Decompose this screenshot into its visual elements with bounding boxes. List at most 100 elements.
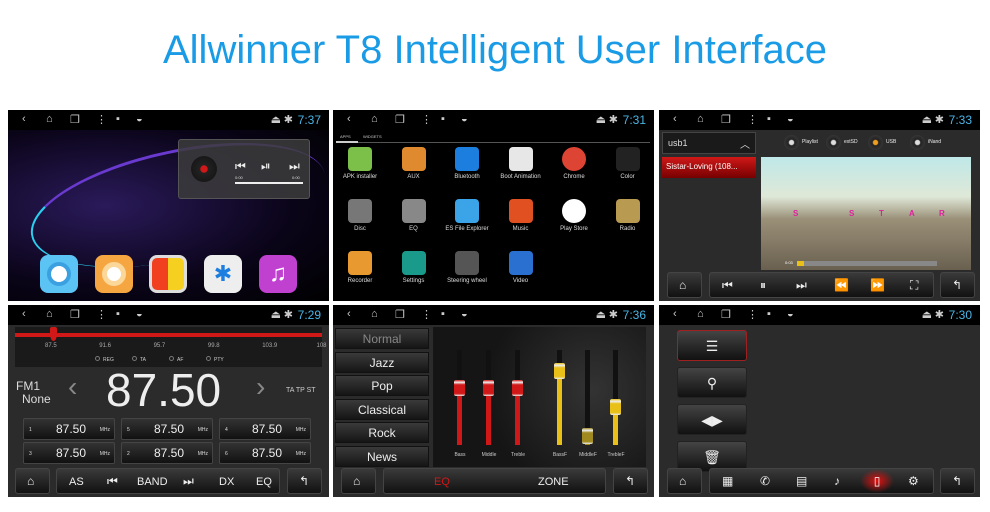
slider-knob[interactable]: [582, 427, 593, 444]
app-icon[interactable]: Recorder: [334, 251, 386, 284]
dock-navigation[interactable]: [40, 255, 78, 293]
source-inand[interactable]: iNand: [910, 135, 952, 151]
eq-preset-news[interactable]: News: [335, 445, 429, 467]
call-log-icon[interactable]: ✆: [760, 474, 770, 488]
music-call-icon[interactable]: ♪: [834, 474, 840, 488]
eq-slider-middle[interactable]: [483, 350, 494, 445]
fullscreen-icon[interactable]: ⛶: [910, 278, 918, 293]
recents-icon[interactable]: ❐: [395, 308, 405, 321]
eq-slider-middlef[interactable]: [582, 350, 593, 445]
back-icon[interactable]: ‹: [673, 113, 677, 125]
back-icon[interactable]: ‹: [673, 308, 677, 320]
contacts-icon[interactable]: ▤: [796, 474, 807, 488]
seek-bar[interactable]: [797, 261, 937, 266]
video-frame[interactable]: S S T A R 0:03: [761, 157, 971, 270]
slider-knob[interactable]: [483, 380, 494, 396]
app-icon[interactable]: Music: [495, 199, 547, 232]
rewind-icon[interactable]: ⏪: [834, 278, 849, 292]
home-icon[interactable]: ⌂: [697, 308, 704, 320]
menu-icon[interactable]: ⋮: [747, 308, 758, 321]
home-button[interactable]: ⌂: [667, 272, 702, 298]
menu-icon[interactable]: ⋮: [421, 308, 432, 321]
dialpad-icon[interactable]: ▦: [722, 474, 733, 488]
preset-button[interactable]: 4 87.50 MHz: [219, 418, 311, 440]
menu-icon[interactable]: ⋮: [421, 113, 432, 126]
eq-preset-classical[interactable]: Classical: [335, 398, 429, 420]
tune-up-icon[interactable]: ›: [256, 371, 265, 403]
device-list-button[interactable]: ☰: [677, 330, 747, 361]
menu-icon[interactable]: ⋮: [96, 113, 107, 126]
eq-slider-treble[interactable]: [512, 350, 523, 445]
option-af[interactable]: AF: [169, 356, 183, 363]
tuner-needle[interactable]: [50, 327, 57, 341]
eq-preset-pop[interactable]: Pop: [335, 375, 429, 396]
app-icon[interactable]: AUX: [388, 147, 440, 180]
recents-icon[interactable]: ❐: [70, 113, 80, 126]
menu-icon[interactable]: ⋮: [96, 308, 107, 321]
phone-device-icon[interactable]: ▯: [860, 469, 894, 493]
app-icon[interactable]: Color: [602, 147, 654, 180]
app-icon[interactable]: Disc: [334, 199, 386, 232]
band-button[interactable]: BAND: [137, 476, 168, 488]
playlist-item[interactable]: Sistar-Loving (108...: [662, 157, 756, 178]
pause-icon[interactable]: ⏸: [760, 278, 766, 293]
app-icon[interactable]: Chrome: [548, 147, 600, 180]
menu-icon[interactable]: ⋮: [747, 113, 758, 126]
dx-button[interactable]: DX: [219, 476, 234, 488]
preset-button[interactable]: 3 87.50 MHz: [23, 442, 115, 464]
as-button[interactable]: AS: [69, 476, 84, 488]
app-icon[interactable]: Boot Animation: [495, 147, 547, 180]
recents-icon[interactable]: ❐: [395, 113, 405, 126]
source-playlist[interactable]: Playlist: [784, 135, 826, 151]
back-button[interactable]: ↰: [613, 468, 648, 494]
app-icon[interactable]: ES File Explorer: [441, 199, 493, 232]
dock-music[interactable]: ♫: [259, 255, 297, 293]
option-pty[interactable]: PTY: [206, 356, 224, 363]
home-icon[interactable]: ⌂: [371, 308, 378, 320]
source-usb[interactable]: USB: [868, 135, 910, 151]
app-icon[interactable]: APK installer: [334, 147, 386, 180]
source-extsd[interactable]: extSD: [826, 135, 868, 151]
home-icon[interactable]: ⌂: [46, 113, 53, 125]
dock-colors[interactable]: [149, 255, 187, 293]
home-icon[interactable]: ⌂: [371, 113, 378, 125]
next-icon[interactable]: ⏭: [796, 278, 807, 293]
tab-zone[interactable]: ZONE: [538, 476, 569, 488]
recents-icon[interactable]: ❐: [70, 308, 80, 321]
eq-preset-jazz[interactable]: Jazz: [335, 351, 429, 373]
recents-icon[interactable]: ❐: [721, 308, 731, 321]
back-icon[interactable]: ‹: [347, 308, 351, 320]
settings-icon[interactable]: ⚙: [908, 474, 919, 488]
option-reg[interactable]: REG: [95, 356, 114, 363]
preset-button[interactable]: 1 87.50 MHz: [23, 418, 115, 440]
eq-slider-bass[interactable]: [454, 350, 465, 445]
slider-knob[interactable]: [610, 399, 621, 415]
back-icon[interactable]: ‹: [22, 308, 26, 320]
slider-knob[interactable]: [512, 380, 523, 396]
tab-widgets[interactable]: WIDGETS: [363, 134, 382, 139]
fast-forward-icon[interactable]: ⏩: [870, 278, 885, 292]
previous-icon[interactable]: ⏮: [722, 278, 733, 293]
app-icon[interactable]: Bluetooth: [441, 147, 493, 180]
previous-icon[interactable]: ⏮: [107, 474, 118, 489]
back-button[interactable]: ↰: [940, 468, 975, 494]
dock-settings-dial[interactable]: [95, 255, 133, 293]
eq-slider-treblef[interactable]: [610, 350, 621, 445]
progress-bar[interactable]: [235, 182, 303, 184]
dock-bluetooth[interactable]: ✱: [204, 255, 242, 293]
home-icon[interactable]: ⌂: [46, 308, 53, 320]
tab-apps[interactable]: APPS: [340, 134, 351, 139]
tune-down-icon[interactable]: ‹: [68, 371, 77, 403]
eq-preset-normal[interactable]: Normal: [335, 328, 429, 349]
preset-button[interactable]: 2 87.50 MHz: [121, 442, 213, 464]
eq-button[interactable]: EQ: [256, 476, 272, 488]
app-icon[interactable]: EQ: [388, 199, 440, 232]
app-icon[interactable]: Settings: [388, 251, 440, 284]
next-icon[interactable]: ⏭: [183, 474, 194, 489]
preset-button[interactable]: 6 87.50 MHz: [219, 442, 311, 464]
next-icon[interactable]: ⏭: [289, 159, 300, 174]
app-icon[interactable]: Steering wheel: [441, 251, 493, 284]
back-icon[interactable]: ‹: [22, 113, 26, 125]
app-icon[interactable]: Radio: [602, 199, 654, 232]
app-icon[interactable]: Play Store: [548, 199, 600, 232]
